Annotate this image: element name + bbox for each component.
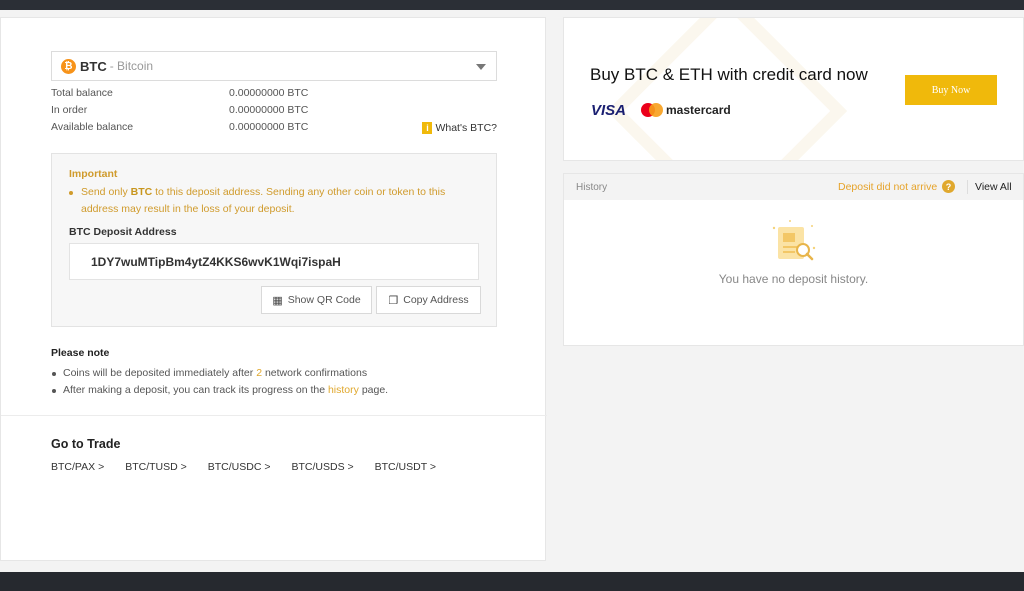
coin-select[interactable]: ₿ BTC - Bitcoin — [51, 51, 497, 81]
deposit-panel: ₿ BTC - Bitcoin Total balance 0.00000000… — [0, 17, 547, 561]
history-title: History — [576, 182, 608, 193]
coin-symbol: BTC — [80, 58, 107, 74]
promo-banner: Buy BTC & ETH with credit card now VISA … — [563, 17, 1024, 161]
note-text: network confirmations — [262, 367, 368, 379]
balance-label: Available balance — [51, 121, 134, 133]
mastercard-logo-text: mastercard — [666, 103, 731, 117]
trade-link-btc-tusd[interactable]: BTC/TUSD > — [125, 461, 187, 473]
empty-history-text: You have no deposit history. — [718, 272, 869, 286]
deposit-address-label: BTC Deposit Address — [69, 226, 177, 238]
history-header: History Deposit did not arrive ? View Al… — [564, 174, 1023, 200]
top-bar — [0, 0, 1024, 10]
view-all-link[interactable]: View All — [975, 181, 1012, 193]
deposit-address-field[interactable]: 1DY7wuMTipBm4ytZ4KKS6wvK1Wqi7ispaH — [69, 243, 479, 280]
trade-link-btc-pax[interactable]: BTC/PAX > — [51, 461, 104, 473]
deposit-not-arrive-link[interactable]: Deposit did not arrive — [838, 181, 937, 193]
important-notice: Send only BTC to this deposit address. S… — [69, 184, 481, 218]
note-item: Coins will be deposited immediately afte… — [51, 367, 368, 379]
balance-row-available: Available balance 0.00000000 BTC i What'… — [51, 121, 497, 137]
history-panel: History Deposit did not arrive ? View Al… — [563, 173, 1024, 346]
note-text: Coins will be deposited immediately afte… — [63, 367, 257, 379]
balance-label: Total balance — [51, 87, 113, 99]
divider — [1, 415, 547, 416]
deposit-box: Important Send only BTC to this deposit … — [51, 153, 497, 327]
mastercard-icon — [641, 103, 663, 117]
balance-label: In order — [51, 104, 88, 116]
chevron-down-icon[interactable] — [476, 64, 486, 70]
trade-links: BTC/PAX > BTC/TUSD > BTC/USDC > BTC/USDS… — [51, 461, 457, 473]
important-title: Important — [69, 168, 118, 180]
separator — [967, 180, 968, 194]
whats-btc-link[interactable]: i What's BTC? — [422, 122, 497, 134]
balance-row-in-order: In order 0.00000000 BTC — [51, 104, 497, 120]
notice-coin: BTC — [130, 186, 153, 198]
trade-link-btc-usds[interactable]: BTC/USDS > — [291, 461, 353, 473]
empty-history-icon — [772, 220, 816, 261]
note-item: After making a deposit, you can track it… — [51, 384, 389, 396]
copy-address-button[interactable]: ❐ Copy Address — [376, 286, 481, 314]
whats-btc-label: What's BTC? — [435, 122, 497, 134]
copy-address-label: Copy Address — [403, 294, 469, 306]
copy-icon: ❐ — [388, 294, 399, 307]
bottom-bar — [0, 572, 1024, 591]
history-link[interactable]: history — [328, 384, 359, 396]
show-qr-code-label: Show QR Code — [287, 294, 361, 306]
please-note-title: Please note — [51, 347, 110, 359]
bitcoin-icon: ₿ — [61, 58, 76, 74]
notice-text: Send only — [81, 186, 131, 198]
note-text: After making a deposit, you can track it… — [63, 384, 328, 396]
promo-decoration — [606, 18, 848, 160]
visa-logo: VISA — [591, 102, 627, 119]
note-text: page. — [358, 384, 389, 396]
help-icon[interactable]: ? — [942, 180, 955, 193]
show-qr-code-button[interactable]: ▦ Show QR Code — [261, 286, 372, 314]
trade-link-btc-usdt[interactable]: BTC/USDT > — [375, 461, 436, 473]
balance-value: 0.00000000 BTC — [229, 104, 309, 116]
coin-name: - Bitcoin — [109, 59, 154, 73]
balance-value: 0.00000000 BTC — [229, 87, 309, 99]
info-icon: i — [422, 122, 433, 134]
balance-value: 0.00000000 BTC — [229, 121, 309, 133]
go-to-trade-title: Go to Trade — [51, 437, 121, 451]
trade-link-btc-usdc[interactable]: BTC/USDC > — [208, 461, 271, 473]
promo-title: Buy BTC & ETH with credit card now — [590, 65, 868, 84]
qr-code-icon: ▦ — [272, 294, 283, 307]
buy-now-button[interactable]: Buy Now — [905, 75, 997, 105]
balance-row-total: Total balance 0.00000000 BTC — [51, 87, 497, 103]
